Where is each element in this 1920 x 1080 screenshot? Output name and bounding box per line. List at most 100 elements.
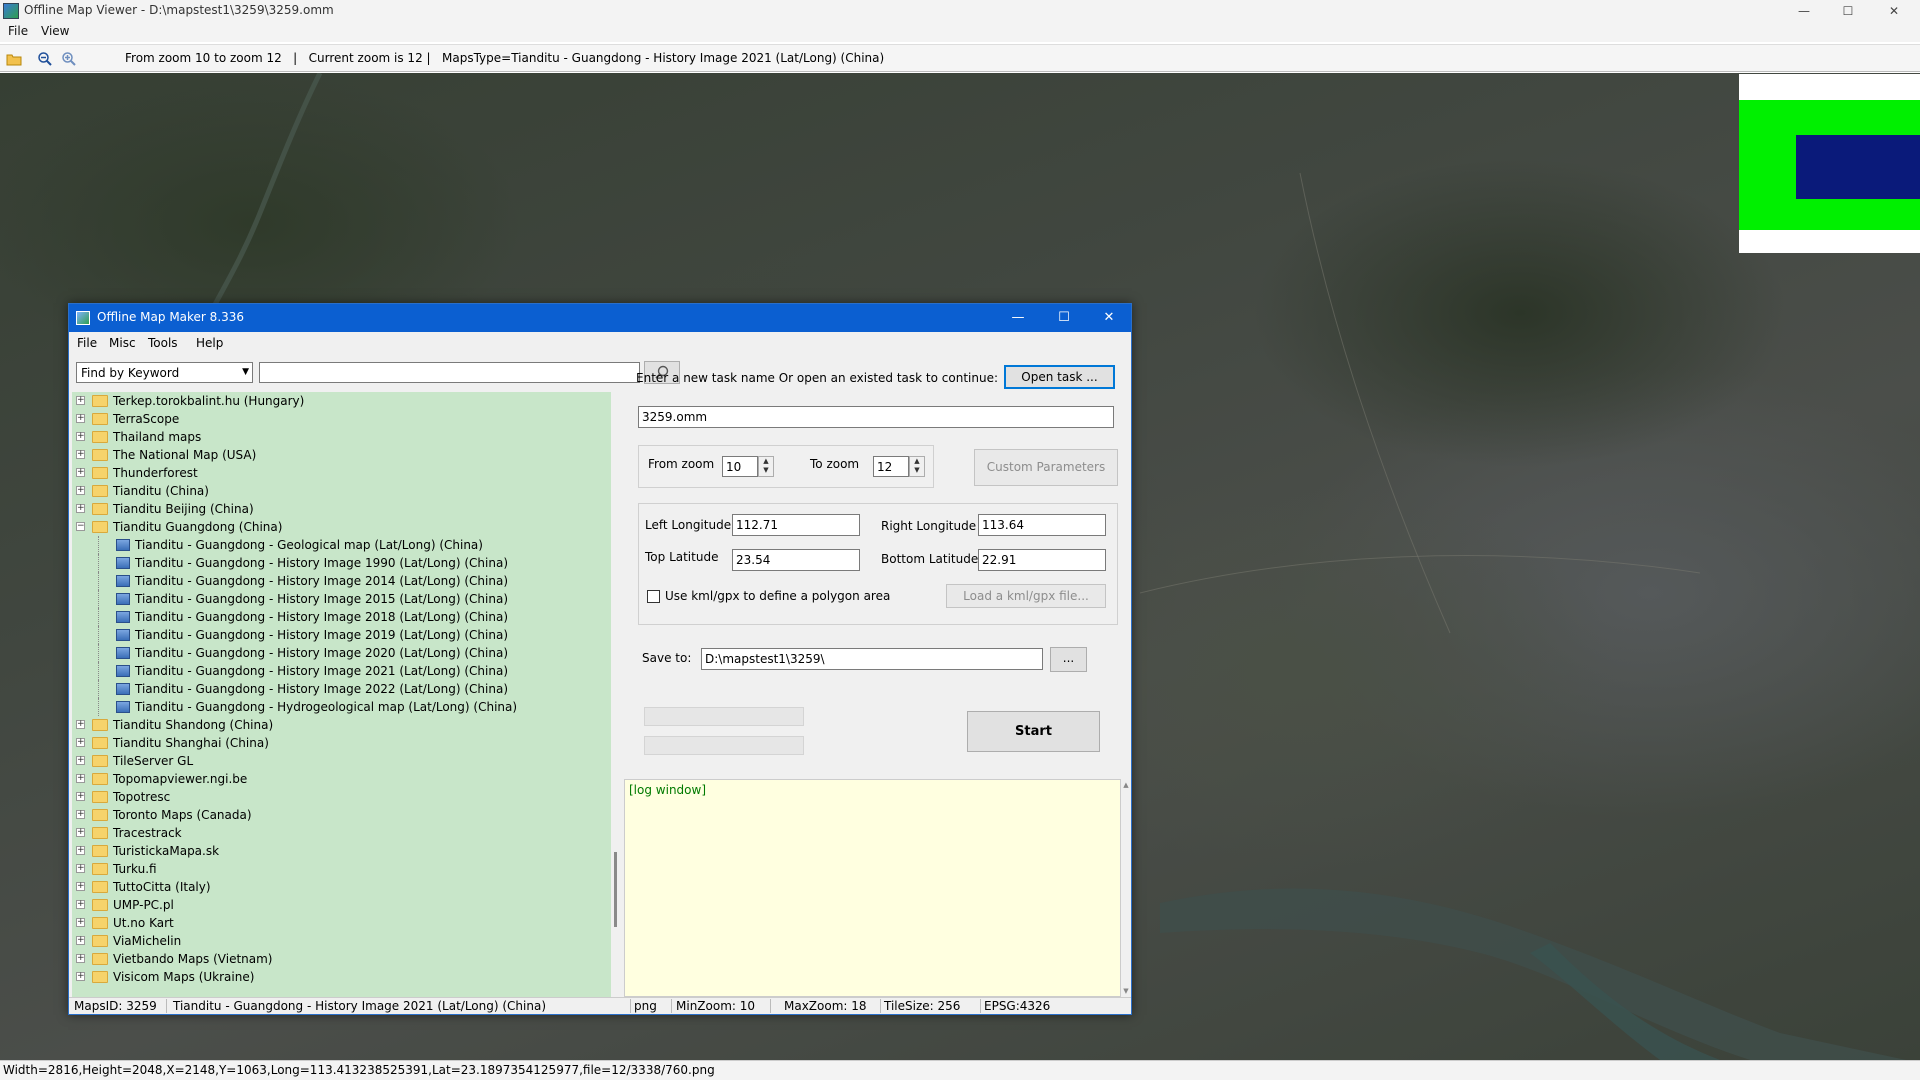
tree-map-item[interactable]: Tianditu - Guangdong - History Image 201… [72,590,611,608]
custom-parameters-button[interactable]: Custom Parameters [974,449,1118,486]
zoom-out-icon[interactable] [37,51,53,67]
tree-map-item[interactable]: Tianditu - Guangdong - History Image 201… [72,572,611,590]
tree-folder-item[interactable]: + Tianditu Shanghai (China) [72,734,611,752]
start-button[interactable]: Start [967,711,1100,752]
tree-folder-item[interactable]: + Tianditu Shandong (China) [72,716,611,734]
kml-polygon-checkbox[interactable] [647,590,660,603]
expand-icon[interactable]: + [76,810,85,819]
tree-folder-item[interactable]: + TerraScope [72,410,611,428]
tree-map-item[interactable]: Tianditu - Guangdong - History Image 202… [72,644,611,662]
tree-folder-item[interactable]: + TileServer GL [72,752,611,770]
tree-folder-item[interactable]: + Ut.no Kart [72,914,611,932]
right-longitude-input[interactable] [978,514,1106,536]
find-keyword-input[interactable] [259,362,640,383]
save-path-input[interactable] [701,648,1043,670]
tree-folder-item[interactable]: + Thailand maps [72,428,611,446]
tree-folder-item[interactable]: + TuristickaMapa.sk [72,842,611,860]
tree-folder-item[interactable]: + UMP-PC.pl [72,896,611,914]
dialog-menu-tools[interactable]: Tools [148,336,178,350]
folder-icon [92,953,108,965]
expand-icon[interactable]: + [76,954,85,963]
expand-icon[interactable]: + [76,432,85,441]
tree-folder-item[interactable]: + TuttoCitta (Italy) [72,878,611,896]
tree-map-item[interactable]: Tianditu - Guangdong - Geological map (L… [72,536,611,554]
expand-icon[interactable]: + [76,846,85,855]
tree-folder-item[interactable]: + Visicom Maps (Ukraine) [72,968,611,986]
tree-folder-item[interactable]: + Thunderforest [72,464,611,482]
tree-map-item[interactable]: Tianditu - Guangdong - History Image 201… [72,608,611,626]
tree-folder-item[interactable]: + Vietbando Maps (Vietnam) [72,950,611,968]
expand-icon[interactable]: + [76,720,85,729]
from-zoom-input[interactable] [722,456,758,477]
top-latitude-input[interactable] [732,549,860,571]
dialog-titlebar[interactable]: Offline Map Maker 8.336 — ☐ ✕ [69,304,1131,332]
browse-button[interactable]: ... [1050,647,1087,672]
tree-folder-item[interactable]: + Tianditu (China) [72,482,611,500]
overview-viewport[interactable] [1796,135,1920,199]
tree-folder-item[interactable]: + Topotresc [72,788,611,806]
collapse-icon[interactable]: − [76,522,85,531]
tree-folder-item[interactable]: − Tianditu Guangdong (China) [72,518,611,536]
dialog-menu-file[interactable]: File [77,336,97,350]
expand-icon[interactable]: + [76,738,85,747]
expand-icon[interactable]: + [76,468,85,477]
scroll-down-icon[interactable]: ▼ [1121,987,1131,995]
tree-folder-item[interactable]: + Tianditu Beijing (China) [72,500,611,518]
close-button[interactable]: ✕ [1872,0,1916,22]
to-zoom-stepper[interactable]: ▲ ▼ [909,456,925,477]
to-zoom-input[interactable] [873,456,909,477]
expand-icon[interactable]: + [76,882,85,891]
tree-folder-item[interactable]: + Topomapviewer.ngi.be [72,770,611,788]
expand-icon[interactable]: + [76,900,85,909]
expand-icon[interactable]: + [76,864,85,873]
log-window[interactable]: [log window] [624,779,1121,997]
dialog-menu-misc[interactable]: Misc [109,336,136,350]
bottom-latitude-input[interactable] [978,549,1106,571]
menu-file[interactable]: File [8,24,28,38]
tree-map-item[interactable]: Tianditu - Guangdong - History Image 202… [72,662,611,680]
tree-folder-item[interactable]: + The National Map (USA) [72,446,611,464]
expand-icon[interactable]: + [76,918,85,927]
tree-folder-item[interactable]: + Terkep.torokbalint.hu (Hungary) [72,392,611,410]
expand-icon[interactable]: + [76,486,85,495]
tree-folder-item[interactable]: + Turku.fi [72,860,611,878]
expand-icon[interactable]: + [76,774,85,783]
tree-map-item[interactable]: Tianditu - Guangdong - History Image 202… [72,680,611,698]
open-folder-icon[interactable] [6,51,22,67]
tree-map-item[interactable]: Tianditu - Guangdong - History Image 201… [72,626,611,644]
tree-folder-item[interactable]: + ViaMichelin [72,932,611,950]
log-scrollbar[interactable]: ▲ ▼ [1121,779,1131,997]
maximize-button[interactable]: ☐ [1826,0,1870,22]
dialog-close-button[interactable]: ✕ [1086,304,1132,332]
tree-folder-item[interactable]: + Tracestrack [72,824,611,842]
tree-scrollbar-thumb[interactable] [614,852,617,927]
tree-map-item[interactable]: Tianditu - Guangdong - History Image 199… [72,554,611,572]
scroll-up-icon[interactable]: ▲ [1121,781,1131,789]
expand-icon[interactable]: + [76,972,85,981]
find-mode-select[interactable]: Find by Keyword ▼ [76,362,253,383]
expand-icon[interactable]: + [76,450,85,459]
load-kml-button[interactable]: Load a kml/gpx file... [946,584,1106,608]
expand-icon[interactable]: + [76,396,85,405]
expand-icon[interactable]: + [76,756,85,765]
expand-icon[interactable]: + [76,414,85,423]
expand-icon[interactable]: + [76,504,85,513]
task-name-input[interactable] [638,406,1114,428]
dialog-minimize-button[interactable]: — [995,304,1041,332]
map-type-tree[interactable]: + Terkep.torokbalint.hu (Hungary) + TerraSc… [72,392,611,997]
expand-icon[interactable]: + [76,792,85,801]
tree-item-label: TuttoCitta (Italy) [113,880,211,894]
minimize-button[interactable]: — [1782,0,1826,22]
menu-view[interactable]: View [41,24,69,38]
tree-folder-item[interactable]: + Toronto Maps (Canada) [72,806,611,824]
left-longitude-input[interactable] [732,514,860,536]
dialog-menu-help[interactable]: Help [196,336,223,350]
expand-icon[interactable]: + [76,828,85,837]
overview-minimap[interactable] [1739,74,1920,253]
from-zoom-stepper[interactable]: ▲ ▼ [758,456,774,477]
open-task-button[interactable]: Open task ... [1004,365,1115,389]
zoom-in-icon[interactable] [61,51,77,67]
tree-map-item[interactable]: Tianditu - Guangdong - Hydrogeological m… [72,698,611,716]
expand-icon[interactable]: + [76,936,85,945]
dialog-maximize-button[interactable]: ☐ [1041,304,1087,332]
